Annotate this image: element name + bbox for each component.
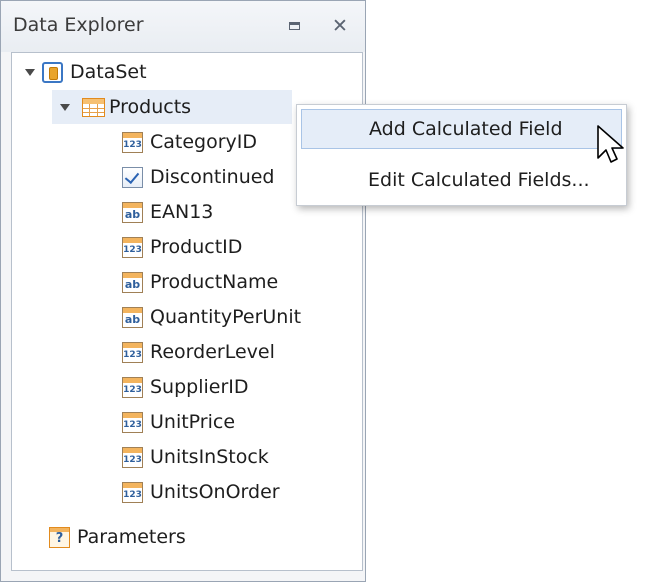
tree-node-label: DataSet xyxy=(70,61,147,83)
text-field-icon xyxy=(122,271,143,293)
number-field-icon xyxy=(122,341,143,363)
mouse-cursor-icon xyxy=(597,125,624,163)
field-label: Discontinued xyxy=(150,166,275,188)
expand-arrow-icon[interactable] xyxy=(25,69,35,76)
tree-node-field[interactable]: UnitsInStock xyxy=(122,440,269,474)
field-label: UnitsInStock xyxy=(150,446,269,468)
expand-arrow-icon[interactable] xyxy=(60,104,70,111)
tree-node-field[interactable]: ProductID xyxy=(122,230,242,264)
panel-title: Data Explorer xyxy=(13,14,144,36)
tree-node-field[interactable]: ReorderLevel xyxy=(122,335,275,369)
data-explorer-panel: Data Explorer ✕ DataSet Products Categor… xyxy=(0,0,366,582)
field-label: SupplierID xyxy=(150,376,249,398)
tree-node-field[interactable]: EAN13 xyxy=(122,195,213,229)
parameters-icon xyxy=(49,526,70,548)
tree-node-field[interactable]: QuantityPerUnit xyxy=(122,300,301,334)
tree-node-label: Parameters xyxy=(77,526,186,548)
close-icon[interactable]: ✕ xyxy=(329,16,351,36)
tree-node-products[interactable]: Products xyxy=(52,90,292,124)
number-field-icon xyxy=(122,376,143,398)
context-menu: Add Calculated Field Edit Calculated Fie… xyxy=(296,104,627,206)
number-field-icon xyxy=(122,481,143,503)
number-field-icon xyxy=(122,131,143,153)
text-field-icon xyxy=(122,201,143,223)
dataset-icon xyxy=(42,61,63,83)
field-label: QuantityPerUnit xyxy=(150,306,302,328)
add-calculated-field-menu-item[interactable]: Add Calculated Field xyxy=(301,109,622,149)
tree-node-field[interactable]: SupplierID xyxy=(122,370,249,404)
tree-node-field[interactable]: ProductName xyxy=(122,265,278,299)
tree-node-label: Products xyxy=(109,96,192,118)
restore-icon[interactable] xyxy=(284,16,306,36)
number-field-icon xyxy=(122,236,143,258)
field-label: UnitPrice xyxy=(150,411,236,433)
edit-calculated-fields-menu-item[interactable]: Edit Calculated Fields... xyxy=(301,161,622,201)
tree-node-field[interactable]: CategoryID xyxy=(122,125,257,159)
text-field-icon xyxy=(122,306,143,328)
field-label: EAN13 xyxy=(150,201,214,223)
field-label: UnitsOnOrder xyxy=(150,481,280,503)
field-label: ProductID xyxy=(150,236,243,258)
tree-node-dataset[interactable]: DataSet xyxy=(12,55,352,89)
number-field-icon xyxy=(122,446,143,468)
field-label: ProductName xyxy=(150,271,279,293)
field-label: CategoryID xyxy=(150,131,258,153)
tree-node-field[interactable]: UnitPrice xyxy=(122,405,235,439)
boolean-field-icon xyxy=(122,166,143,188)
panel-title-bar: Data Explorer ✕ xyxy=(1,1,365,52)
table-icon xyxy=(82,97,105,117)
tree-node-field[interactable]: Discontinued xyxy=(122,160,274,194)
tree-node-parameters[interactable]: Parameters xyxy=(49,520,186,554)
number-field-icon xyxy=(122,411,143,433)
field-label: ReorderLevel xyxy=(150,341,275,363)
tree-node-field[interactable]: UnitsOnOrder xyxy=(122,475,280,509)
